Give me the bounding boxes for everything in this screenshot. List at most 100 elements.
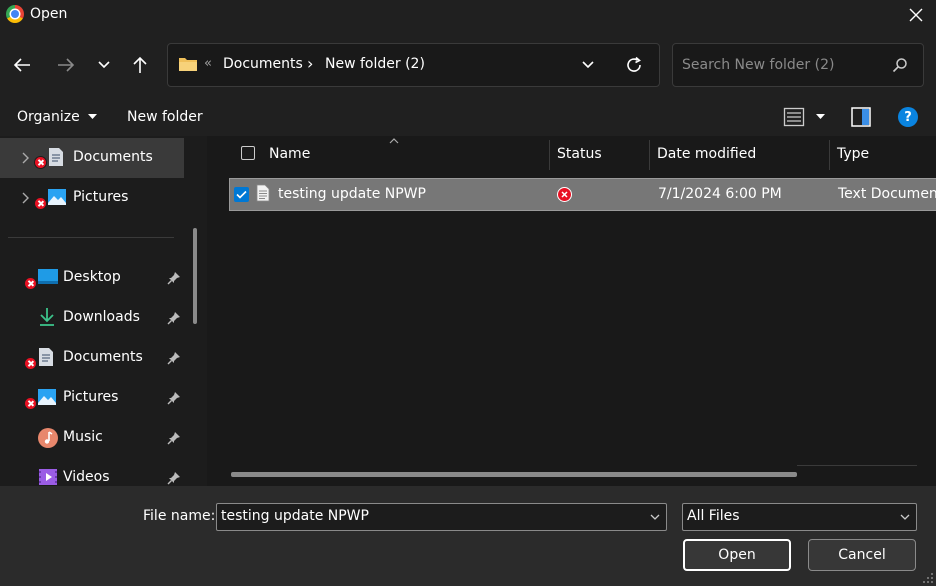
table-row[interactable]: testing update NPWP 7/1/2024 6:00 PM Tex… (229, 178, 936, 211)
help-icon[interactable]: ? (898, 107, 918, 127)
sidebar-item-desktop[interactable]: Desktop (0, 258, 184, 298)
sidebar-scrollbar[interactable] (193, 228, 197, 324)
pin-icon[interactable] (167, 431, 181, 445)
chevron-down-icon (582, 61, 594, 69)
folder-icon (179, 58, 197, 71)
text-file-icon (256, 184, 270, 202)
caret-down-icon (816, 114, 825, 119)
chrome-app-icon (6, 5, 24, 23)
change-view-button[interactable] (781, 106, 829, 128)
sidebar-item-pictures[interactable]: Pictures (0, 178, 184, 218)
column-divider[interactable] (829, 140, 830, 170)
sidebar-item-documents-quick[interactable]: Documents (0, 338, 184, 378)
sidebar-item-label: Music (63, 429, 103, 445)
window-title: Open (30, 6, 68, 22)
file-type-value: All Files (687, 508, 740, 524)
refresh-icon (627, 56, 641, 72)
column-header-name[interactable]: Name (269, 146, 310, 162)
pin-icon[interactable] (167, 271, 181, 285)
arrow-up-icon (133, 56, 147, 73)
videos-icon (39, 469, 57, 485)
up-button[interactable] (125, 50, 155, 80)
file-name-cell: testing update NPWP (278, 186, 426, 202)
resize-grip-icon[interactable] (922, 572, 934, 584)
chevron-right-icon (22, 152, 29, 164)
select-all-checkbox[interactable] (241, 146, 255, 160)
sidebar-item-pictures-quick[interactable]: Pictures (0, 378, 184, 418)
file-name-label: File name: (143, 508, 216, 524)
music-icon (38, 428, 58, 448)
desktop-icon (38, 269, 58, 284)
close-icon (909, 8, 923, 22)
address-history-button[interactable] (573, 50, 603, 80)
recent-locations-button[interactable] (89, 50, 119, 80)
chevron-down-icon (98, 61, 110, 69)
column-divider[interactable] (549, 140, 550, 170)
organize-label: Organize (17, 109, 80, 125)
sync-error-icon (34, 197, 47, 210)
sidebar-item-label: Documents (63, 349, 143, 365)
sidebar-item-label: Desktop (63, 269, 121, 285)
breadcrumb-separator[interactable]: › (307, 54, 313, 73)
checkmark-icon (236, 190, 247, 199)
sync-error-icon (557, 187, 572, 202)
sidebar-item-music[interactable]: Music (0, 418, 184, 458)
pictures-icon (38, 389, 56, 405)
file-name-input[interactable]: testing update NPWP (221, 508, 369, 524)
arrow-right-icon (58, 58, 75, 72)
sync-error-icon (24, 397, 37, 410)
back-button[interactable] (7, 50, 37, 80)
x-mark-icon (561, 191, 568, 198)
refresh-button[interactable] (619, 50, 649, 80)
preview-pane-icon[interactable] (851, 107, 871, 127)
pin-icon[interactable] (167, 391, 181, 405)
type-cell: Text Document (838, 186, 936, 202)
pin-icon[interactable] (167, 311, 181, 325)
sidebar-item-downloads[interactable]: Downloads (0, 298, 184, 338)
horizontal-scrollbar[interactable] (231, 472, 797, 477)
cancel-button[interactable]: Cancel (808, 539, 916, 571)
pin-icon[interactable] (167, 351, 181, 365)
pin-icon[interactable] (167, 471, 181, 485)
column-header-status[interactable]: Status (557, 146, 602, 162)
file-list: Name Status Date modified Type testing u… (207, 136, 936, 486)
file-type-select[interactable]: All Files (682, 503, 917, 531)
breadcrumb-new-folder-2[interactable]: New folder (2) (325, 56, 425, 72)
title-bar (0, 0, 936, 30)
scrollbar-track (797, 465, 917, 466)
file-name-combobox[interactable]: testing update NPWP (216, 503, 667, 531)
sidebar-item-label: Pictures (73, 189, 129, 205)
organize-button[interactable]: Organize (17, 109, 98, 125)
caret-down-icon (88, 114, 98, 119)
sync-error-icon (34, 156, 47, 169)
search-input[interactable] (682, 56, 882, 74)
search-icon[interactable] (892, 57, 908, 73)
date-modified-cell: 7/1/2024 6:00 PM (658, 186, 782, 202)
downloads-icon (40, 308, 54, 326)
close-button[interactable] (896, 0, 936, 30)
chevron-down-icon (900, 514, 910, 520)
new-folder-button[interactable]: New folder (127, 109, 203, 125)
row-checkbox[interactable] (234, 187, 249, 202)
column-header-date-modified[interactable]: Date modified (657, 146, 756, 162)
sidebar-item-documents[interactable]: Documents (0, 138, 184, 178)
sidebar-item-label: Pictures (63, 389, 119, 405)
sync-error-icon (24, 357, 37, 370)
music-note-icon (44, 431, 53, 444)
column-header-type[interactable]: Type (837, 146, 869, 162)
navigation-pane: Documents Pictures Desktop Downloads Doc… (0, 136, 207, 486)
forward-button[interactable] (51, 50, 81, 80)
sidebar-item-videos[interactable]: Videos (0, 458, 184, 486)
documents-icon (49, 148, 63, 166)
breadcrumb-documents[interactable]: Documents (223, 56, 303, 72)
column-divider[interactable] (649, 140, 650, 170)
chevron-down-icon[interactable] (650, 512, 660, 522)
sidebar-item-label: Videos (63, 469, 110, 485)
documents-icon (39, 348, 53, 366)
pictures-icon (48, 189, 66, 205)
breadcrumb-overflow[interactable]: « (204, 56, 212, 71)
sidebar-divider (8, 237, 174, 238)
open-button[interactable]: Open (683, 539, 791, 571)
sync-error-icon (24, 277, 37, 290)
sidebar-item-label: Downloads (63, 309, 140, 325)
